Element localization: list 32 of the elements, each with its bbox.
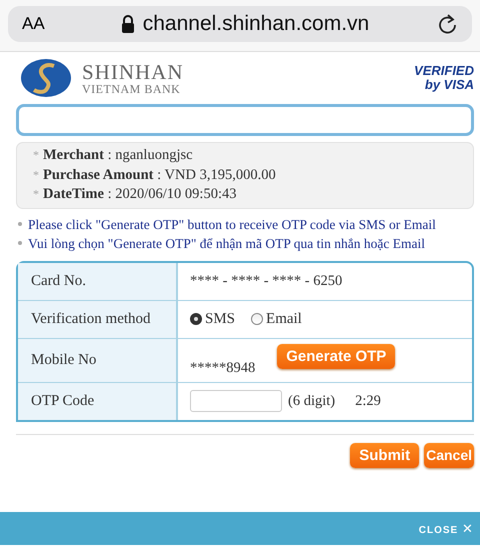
- radio-icon[interactable]: [190, 313, 202, 325]
- bank-logo-icon: [20, 58, 72, 98]
- text-size-button[interactable]: AA: [22, 14, 62, 34]
- bullet-icon: [18, 241, 22, 245]
- bullet-icon: [18, 222, 22, 226]
- lock-icon: [120, 15, 135, 33]
- bank-name: SHINHAN: [82, 62, 184, 82]
- field-label: OTP Code: [18, 382, 178, 420]
- bank-subtitle: VIETNAM BANK: [82, 82, 182, 94]
- instruction-text: Vui lòng chọn "Generate OTP" để nhận mã OTP qua tin nhắn hoặc Email: [28, 234, 425, 252]
- otp-input-field[interactable]: [190, 390, 282, 412]
- mobile-number: *****8948: [190, 360, 256, 376]
- url-text: channel.shinhan.com.vn: [142, 12, 370, 36]
- radio-icon[interactable]: [251, 313, 264, 325]
- bullet-marker: *: [33, 166, 39, 184]
- field-label: Verification method: [18, 300, 178, 338]
- otp-hint: (6 digit): [288, 392, 336, 410]
- field-label: Card No.: [18, 262, 178, 300]
- info-text: Merchant : nganluongjsc: [43, 146, 193, 165]
- info-text: Purchase Amount : VND 3,195,000.00: [43, 166, 276, 184]
- reload-icon[interactable]: [438, 13, 458, 35]
- verified-by-visa-logo: VERIFIED by VISA: [414, 64, 474, 92]
- radio-option[interactable]: SMS: [190, 310, 236, 328]
- countdown-timer: 2:29: [355, 392, 381, 410]
- card-number: **** - **** - **** - 6250: [190, 272, 342, 290]
- instruction-text: Please click "Generate OTP" button to receive OTP code via SMS or Email: [28, 216, 436, 234]
- radio-option[interactable]: Email: [251, 310, 302, 328]
- info-text: DateTime : 2020/06/10 09:50:43: [43, 185, 236, 204]
- bullet-marker: *: [33, 147, 39, 164]
- address-bar[interactable]: AA channel.shinhan.com.vn: [8, 6, 472, 42]
- field-label: Mobile No: [18, 338, 178, 382]
- bullet-marker: *: [33, 186, 39, 203]
